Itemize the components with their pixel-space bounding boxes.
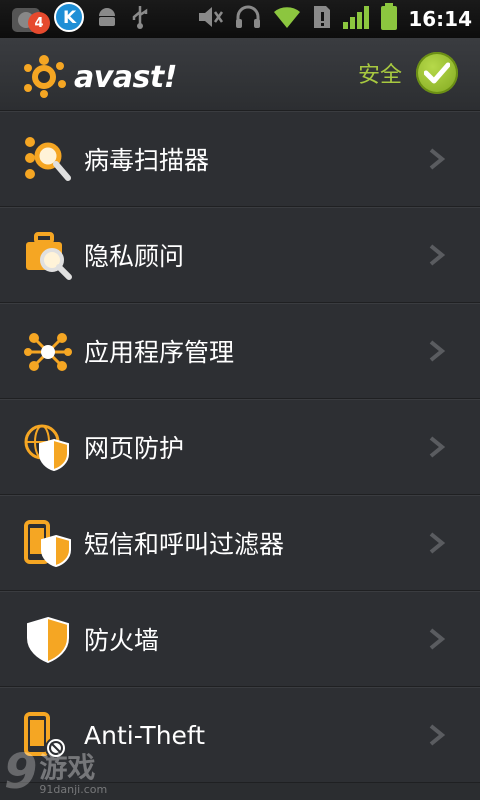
app-manager-icon (24, 328, 72, 376)
menu-item-virus-scanner[interactable]: 病毒扫描器 (0, 111, 480, 207)
watermark: 9 游戏 91danji.com (4, 748, 107, 796)
wifi-icon (272, 4, 302, 34)
privacy-advisor-icon (24, 232, 72, 280)
chevron-right-icon (428, 532, 446, 554)
menu-item-label: 应用程序管理 (84, 338, 235, 367)
menu-item-sms-call-filter[interactable]: 短信和呼叫过滤器 (0, 495, 480, 591)
chevron-right-icon (428, 724, 446, 746)
menu-item-label: 短信和呼叫过滤器 (84, 530, 285, 559)
logo-text: avast! (74, 59, 177, 95)
usb-icon (130, 4, 150, 34)
menu-item-web-shield[interactable]: 网页防护 (0, 399, 480, 495)
avast-notification-icon[interactable]: 4 (10, 2, 50, 36)
svg-text:K: K (63, 8, 77, 28)
firewall-icon (24, 616, 72, 664)
watermark-brand-cn: 游戏 (39, 751, 96, 784)
app-header: avast! 安全 (0, 38, 480, 111)
chevron-right-icon (428, 628, 446, 650)
protection-status[interactable]: 安全 (358, 52, 458, 94)
chevron-right-icon (428, 148, 446, 170)
battery-icon (380, 3, 398, 35)
menu-item-label: 防火墙 (84, 626, 160, 655)
notification-count-badge: 4 (28, 12, 50, 34)
menu-item-label: 隐私顾问 (84, 242, 185, 271)
menu-item-label: 网页防护 (84, 434, 185, 463)
avast-logo: avast! (22, 52, 177, 102)
status-text: 安全 (357, 63, 402, 88)
feature-list: 病毒扫描器 隐私顾问 应用程序管理 网页防护 短信和呼叫过滤器 防火墙 Anti… (0, 111, 480, 783)
chevron-right-icon (428, 244, 446, 266)
menu-item-privacy-advisor[interactable]: 隐私顾问 (0, 207, 480, 303)
clock: 16:14 (408, 7, 472, 31)
android-debug-icon (94, 4, 120, 34)
avast-ball-icon (22, 52, 68, 102)
watermark-brand: 9 (4, 744, 38, 800)
sms-call-filter-icon (24, 520, 72, 568)
status-bar: 4 K 16:14 (0, 0, 480, 38)
signal-icon (342, 4, 370, 34)
chevron-right-icon (428, 340, 446, 362)
headphones-icon (234, 4, 262, 34)
k-app-icon[interactable]: K (54, 2, 84, 36)
checkmark-icon (416, 52, 458, 94)
chevron-right-icon (428, 436, 446, 458)
mute-icon (196, 4, 224, 34)
web-shield-icon (24, 424, 72, 472)
watermark-site: 91danji.com (39, 783, 108, 796)
menu-item-app-manager[interactable]: 应用程序管理 (0, 303, 480, 399)
virus-scanner-icon (24, 136, 72, 184)
menu-item-firewall[interactable]: 防火墙 (0, 591, 480, 687)
alert-icon (312, 4, 332, 34)
menu-item-label: 病毒扫描器 (84, 146, 210, 175)
